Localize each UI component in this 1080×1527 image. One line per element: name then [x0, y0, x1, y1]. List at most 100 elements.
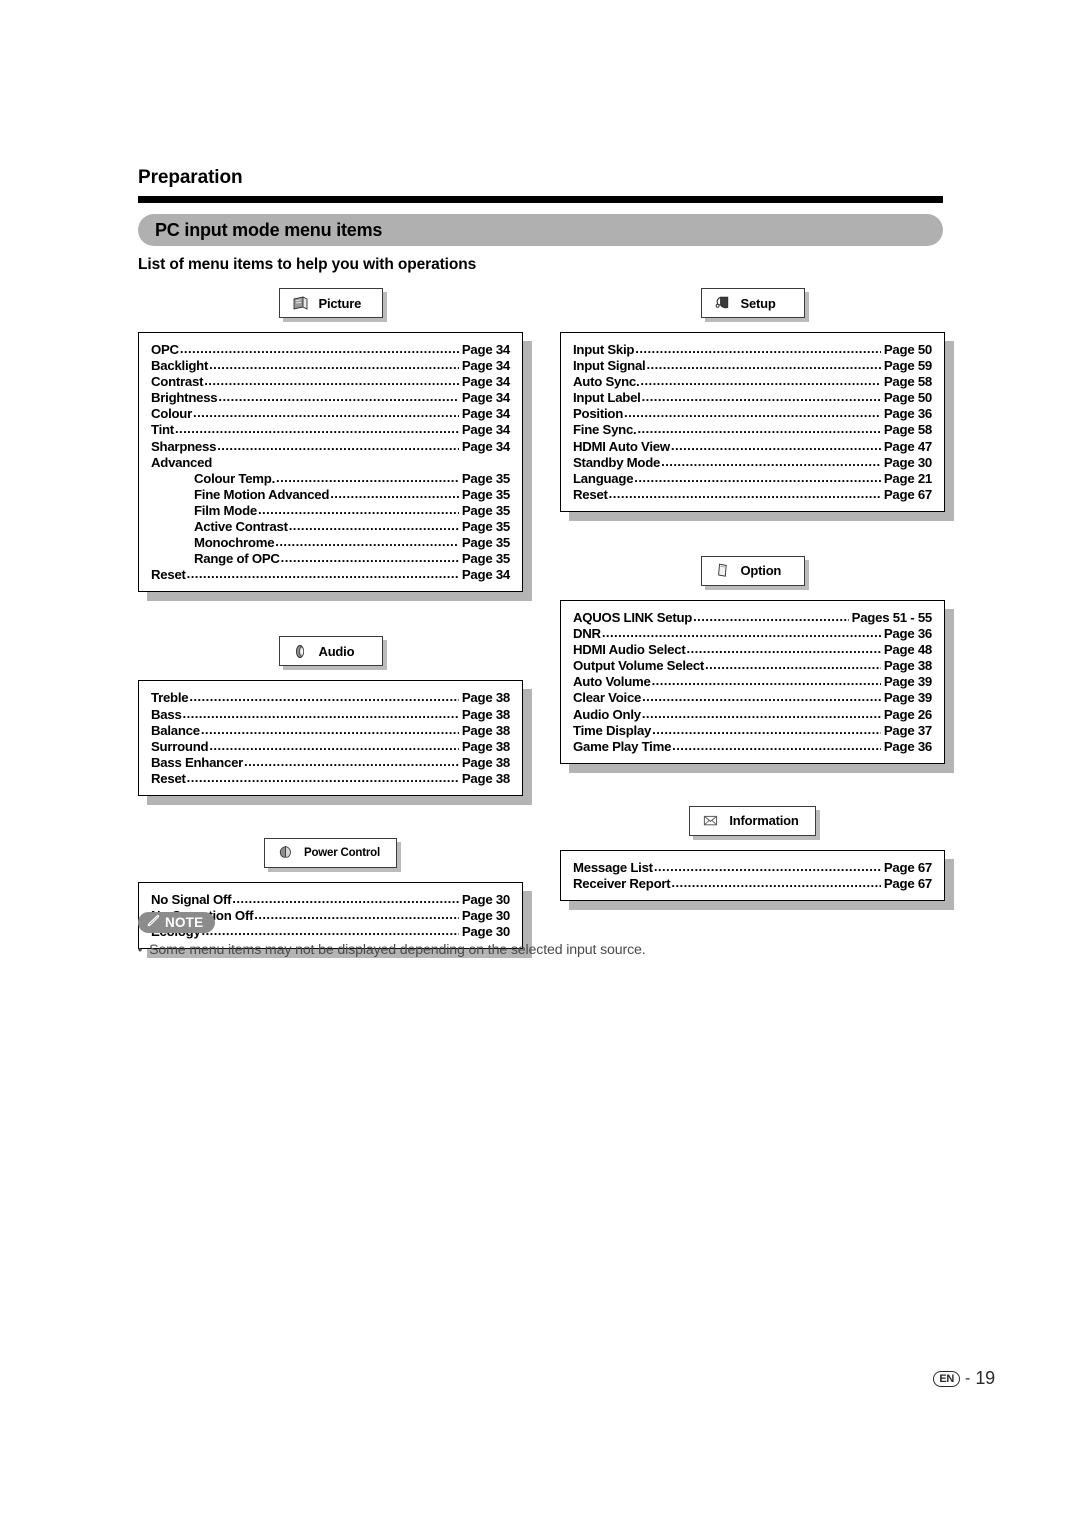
- menu-block-information: Information Message List................…: [560, 805, 945, 901]
- menu-item-label: HDMI Audio Select: [573, 642, 686, 658]
- tab-label-audio: Audio: [318, 643, 355, 659]
- menu-item-label: Fine Sync.: [573, 422, 637, 438]
- menu-item-row: Treble..................................…: [151, 689, 510, 706]
- menu-item-label: Game Play Time: [573, 738, 672, 754]
- menu-item-label: Treble: [151, 690, 189, 706]
- menu-item-row: DNR.....................................…: [573, 625, 932, 642]
- menu-item-label: AQUOS LINK Setup: [573, 609, 693, 625]
- tab-option[interactable]: Option: [700, 555, 805, 586]
- menu-item-label: Input Label: [573, 390, 641, 406]
- menu-item-label: Auto Volume: [573, 674, 651, 690]
- leader-dots: ........................................…: [189, 689, 459, 705]
- menu-item-label: Receiver Report: [573, 875, 671, 891]
- menu-item-label: Film Mode: [194, 502, 257, 518]
- note-badge: NOTE: [138, 912, 216, 933]
- menu-item-label: Bass: [151, 706, 182, 722]
- menu-item-row: Reset...................................…: [151, 566, 510, 583]
- menu-item-row: Standby Mode............................…: [573, 454, 932, 471]
- tab-picture[interactable]: Picture: [278, 288, 383, 318]
- menu-block-option: Option AQUOS LINK Setup.................…: [560, 555, 945, 764]
- menu-item-label: Message List: [573, 859, 653, 875]
- menu-item-label: Active Contrast: [194, 519, 288, 535]
- menu-item-row: Sharpness...............................…: [151, 438, 510, 455]
- tab-power-control[interactable]: Power Control: [264, 837, 397, 868]
- menu-item-row: Auto Sync...............................…: [573, 373, 932, 390]
- page-title: PC input mode menu items: [155, 219, 383, 240]
- leader-dots: ........................................…: [186, 769, 459, 785]
- menu-item-row: Active Contrast.........................…: [151, 518, 510, 535]
- menu-item-page-ref: Page 50: [883, 390, 932, 406]
- menu-item-label: No Signal Off: [151, 891, 232, 907]
- leader-dots: ........................................…: [200, 721, 459, 737]
- pencil-icon: [146, 913, 161, 933]
- menu-item-label: HDMI Auto View: [573, 438, 670, 454]
- tab-label-picture: Picture: [318, 295, 362, 311]
- tab-information[interactable]: Information: [689, 805, 816, 836]
- tab-wrap-information: Information: [560, 805, 945, 836]
- menu-item-row: HDMI Auto View..........................…: [573, 437, 932, 455]
- menu-item-row: Monochrome..............................…: [151, 534, 510, 551]
- leader-dots: ........................................…: [244, 753, 459, 769]
- page-header: Preparation PC input mode menu items Lis…: [138, 168, 943, 274]
- leader-dots: ........................................…: [218, 389, 459, 405]
- menu-item-page-ref: Page 37: [883, 722, 932, 738]
- menu-item-page-ref: Page 67: [883, 875, 932, 891]
- menu-item-row: AQUOS LINK Setup........................…: [573, 609, 932, 626]
- menu-item-page-ref: Page 36: [883, 626, 932, 642]
- leader-dots: ........................................…: [330, 485, 459, 501]
- menu-item-label: Input Skip: [573, 342, 635, 357]
- menu-item-row: No Signal Off...........................…: [151, 890, 510, 908]
- page-footer: EN - 19: [933, 1368, 995, 1389]
- menu-item-page-ref: Page 35: [461, 535, 510, 551]
- menu-item-row: Position................................…: [573, 405, 932, 422]
- leader-dots: ........................................…: [193, 405, 459, 421]
- menu-item-page-ref: Page 35: [461, 502, 510, 518]
- menu-item-page-ref: Page 34: [461, 422, 510, 438]
- menu-item-page-ref: Page 39: [883, 690, 932, 706]
- speaker-icon: [291, 642, 310, 661]
- menu-item-label: Time Display: [573, 722, 652, 738]
- menu-item-row: Advanced: [151, 455, 510, 471]
- menu-item-label: Fine Motion Advanced: [194, 486, 330, 502]
- menu-item-row: Audio Only..............................…: [573, 706, 932, 723]
- menu-item-label: Contrast: [151, 374, 204, 390]
- panel-option: AQUOS LINK Setup........................…: [560, 599, 945, 764]
- menu-item-row: HDMI Audio Select.......................…: [573, 641, 932, 658]
- menu-item-page-ref: Page 34: [461, 374, 510, 390]
- menu-item-label: Range of OPC: [194, 551, 280, 567]
- menu-item-row: Tint....................................…: [151, 421, 510, 438]
- leader-dots: ........................................…: [232, 890, 459, 906]
- leader-dots: ........................................…: [624, 405, 881, 421]
- card-icon: [713, 561, 732, 580]
- menu-item-row: Brightness..............................…: [151, 389, 510, 406]
- menu-item-row: Reset...................................…: [151, 769, 510, 787]
- leader-dots: ........................................…: [182, 705, 459, 721]
- leader-dots: ........................................…: [601, 625, 881, 641]
- menu-item-page-ref: Page 35: [461, 486, 510, 502]
- menu-item-row: Receiver Report.........................…: [573, 875, 932, 892]
- menu-item-label: Output Volume Select: [573, 658, 705, 674]
- menu-item-page-ref: Page 38: [461, 738, 510, 754]
- leader-dots: ........................................…: [257, 501, 459, 517]
- leader-dots: ........................................…: [670, 437, 881, 453]
- menu-item-row: Auto Volume.............................…: [573, 673, 932, 690]
- menu-item-label: Sharpness: [151, 438, 217, 454]
- menu-item-label: Advanced: [151, 454, 213, 470]
- spacer-audio: [138, 592, 523, 636]
- tab-wrap-audio: Audio: [138, 636, 523, 667]
- menu-item-page-ref: Page 36: [883, 406, 932, 422]
- tab-audio[interactable]: Audio: [278, 636, 383, 667]
- menu-item-label: Input Signal: [573, 358, 646, 374]
- menu-item-page-ref: Page 35: [461, 519, 510, 535]
- menu-item-page-ref: Page 38: [461, 722, 510, 738]
- menu-item-row: Input Skip..............................…: [573, 341, 932, 358]
- page-number: 19: [975, 1368, 995, 1388]
- tab-label-information: Information: [729, 813, 799, 829]
- page-subtitle: List of menu items to help you with oper…: [138, 256, 477, 273]
- menu-item-label: Colour Temp.: [194, 470, 276, 486]
- menu-item-label: Bass Enhancer: [151, 754, 244, 770]
- leader-dots: ........................................…: [635, 341, 881, 356]
- menu-item-page-ref: Page 38: [461, 770, 510, 786]
- tab-setup[interactable]: Setup: [700, 288, 805, 318]
- leader-dots: ........................................…: [209, 737, 459, 753]
